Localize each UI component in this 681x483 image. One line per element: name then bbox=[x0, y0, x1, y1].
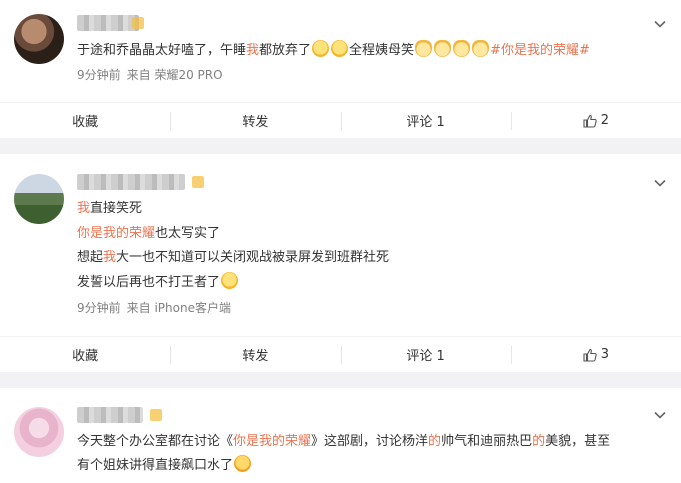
favorite-button[interactable]: 收藏 bbox=[0, 103, 170, 138]
post-time: 9分钟前 bbox=[77, 68, 121, 82]
thumbs-up-icon bbox=[583, 114, 597, 128]
highlight-text[interactable]: 我 bbox=[246, 43, 259, 58]
post-source[interactable]: 来自 荣耀20 PRO bbox=[127, 68, 223, 82]
text-run: 都放弃了 bbox=[259, 43, 312, 58]
cat-face-emoji-icon bbox=[472, 40, 490, 57]
verified-badge bbox=[150, 409, 162, 421]
comment-button[interactable]: 评论 1 bbox=[340, 337, 511, 372]
text-run: 也太写实了 bbox=[155, 225, 221, 241]
text-run: 发誓以后再也不打王者了 bbox=[77, 274, 221, 290]
highlight-text[interactable]: 你是我的荣耀 bbox=[233, 434, 311, 449]
repost-button[interactable]: 转发 bbox=[170, 337, 340, 372]
text-line: 我直接笑死 bbox=[77, 197, 389, 222]
post-card-1: 于途和乔晶晶太好嗑了，午睡我都放弃了 全程姨母笑 #你是我的荣耀# 9分钟前 来自 荣… bbox=[0, 0, 681, 138]
highlight-text[interactable]: 的 bbox=[428, 434, 441, 449]
text-line: 想起我大一也不知道可以关闭观战被录屏发到班群社死 bbox=[77, 246, 389, 271]
thumbs-up-icon bbox=[583, 348, 597, 362]
avatar[interactable] bbox=[14, 174, 64, 224]
post-card-2: 我直接笑死 你是我的荣耀也太写实了 想起我大一也不知道可以关闭观战被录屏发到班群社死… bbox=[0, 154, 681, 372]
highlight-text[interactable]: 我 bbox=[103, 250, 116, 265]
action-bar: 收藏 转发 评论 1 3 bbox=[0, 336, 681, 372]
text-run: 美貌，甚至 bbox=[545, 434, 611, 449]
username-blurred[interactable] bbox=[77, 174, 185, 190]
laugh-cry-emoji-icon bbox=[312, 40, 330, 57]
highlight-text[interactable]: #你是我的荣耀# bbox=[490, 43, 590, 58]
like-button[interactable]: 2 bbox=[510, 103, 681, 138]
username-blurred[interactable] bbox=[77, 407, 143, 423]
verified-badge bbox=[132, 17, 144, 29]
cat-face-emoji-icon bbox=[434, 40, 452, 57]
text-run: 》这部剧，讨论杨洋 bbox=[311, 434, 429, 449]
text-run: 大一也不知道可以关闭观战被录屏发到班群社死 bbox=[116, 250, 390, 265]
post-text: 我直接笑死 你是我的荣耀也太写实了 想起我大一也不知道可以关闭观战被录屏发到班群社死… bbox=[77, 197, 389, 295]
like-button[interactable]: 3 bbox=[510, 337, 681, 372]
favorite-button[interactable]: 收藏 bbox=[0, 337, 170, 372]
text-run: 全程姨母笑 bbox=[349, 43, 415, 58]
text-run: 有个姐妹讲得直接飙口水了 bbox=[77, 458, 234, 473]
text-run: 想起 bbox=[77, 250, 104, 265]
drool-emoji-icon bbox=[234, 455, 252, 472]
text-line: 有个姐妹讲得直接飙口水了 bbox=[77, 454, 610, 478]
verified-badge bbox=[192, 176, 204, 188]
repost-button[interactable]: 转发 bbox=[170, 103, 340, 138]
avatar[interactable] bbox=[14, 407, 64, 457]
post-time: 9分钟前 bbox=[77, 301, 121, 315]
action-bar: 收藏 转发 评论 1 2 bbox=[0, 102, 681, 138]
comment-button[interactable]: 评论 1 bbox=[340, 103, 511, 138]
post-text: 于途和乔晶晶太好嗑了，午睡我都放弃了 全程姨母笑 #你是我的荣耀# bbox=[77, 40, 590, 60]
post-source[interactable]: 来自 iPhone客户端 bbox=[127, 301, 231, 315]
username-blurred[interactable] bbox=[77, 15, 139, 31]
chevron-down-icon[interactable] bbox=[653, 176, 667, 190]
cat-face-emoji-icon bbox=[453, 40, 471, 57]
post-meta: 9分钟前 来自 荣耀20 PRO bbox=[77, 66, 223, 83]
highlight-text[interactable]: 我 bbox=[77, 201, 90, 216]
avatar[interactable] bbox=[14, 14, 64, 64]
highlight-text[interactable]: 你是我的荣耀 bbox=[77, 226, 155, 241]
text-run: 于途和乔晶晶太好嗑了，午睡 bbox=[77, 43, 247, 58]
text-run: 今天整个办公室都在讨论《 bbox=[77, 434, 234, 449]
text-run: 帅气和迪丽热巴 bbox=[441, 434, 533, 449]
smile-emoji-icon bbox=[221, 271, 239, 289]
chevron-down-icon[interactable] bbox=[653, 408, 667, 422]
text-line: 发誓以后再也不打王者了 bbox=[77, 271, 389, 296]
post-text: 今天整个办公室都在讨论《你是我的荣耀》这部剧，讨论杨洋的帅气和迪丽热巴的美貌，甚… bbox=[77, 430, 610, 478]
highlight-text[interactable]: 的 bbox=[532, 434, 545, 449]
text-run: 直接笑死 bbox=[90, 201, 143, 216]
post-meta: 9分钟前 来自 iPhone客户端 bbox=[77, 299, 231, 316]
text-line: 今天整个办公室都在讨论《你是我的荣耀》这部剧，讨论杨洋的帅气和迪丽热巴的美貌，甚… bbox=[77, 430, 610, 454]
laugh-cry-emoji-icon bbox=[331, 40, 349, 57]
text-line: 你是我的荣耀也太写实了 bbox=[77, 222, 389, 247]
cat-face-emoji-icon bbox=[415, 40, 433, 57]
text-line: 于途和乔晶晶太好嗑了，午睡我都放弃了 全程姨母笑 #你是我的荣耀# bbox=[77, 40, 590, 60]
chevron-down-icon[interactable] bbox=[653, 17, 667, 31]
post-card-3: 今天整个办公室都在讨论《你是我的荣耀》这部剧，讨论杨洋的帅气和迪丽热巴的美貌，甚… bbox=[0, 388, 681, 483]
